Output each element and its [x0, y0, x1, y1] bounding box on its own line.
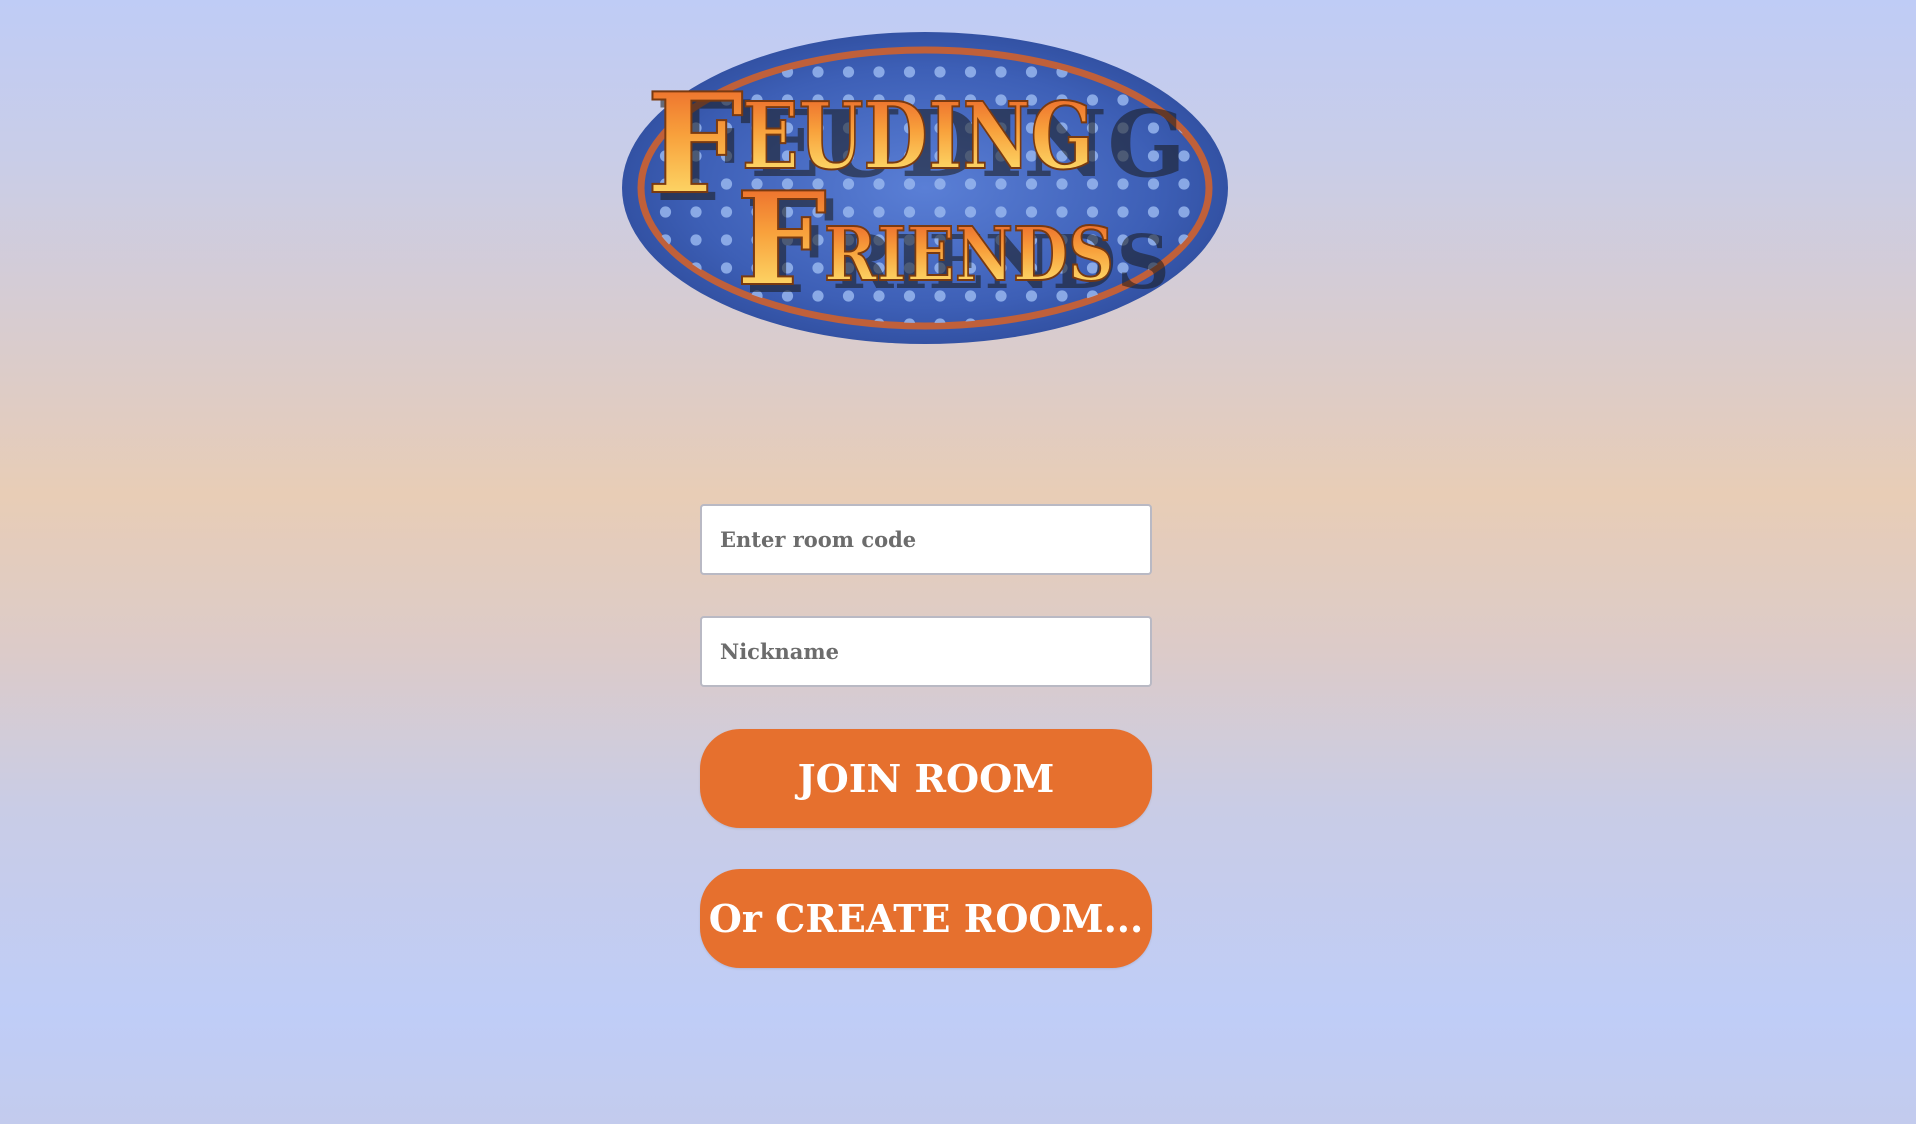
room-code-input[interactable] — [700, 504, 1152, 575]
logo: F EUDING F RIENDS F EUDING F RIENDS — [620, 30, 1230, 350]
logo-initial-f2: F — [736, 165, 827, 315]
nickname-input[interactable] — [700, 616, 1152, 687]
join-form: JOIN ROOM Or CREATE ROOM... — [700, 504, 1152, 968]
logo-word-riends: RIENDS — [824, 212, 1114, 298]
logo-initial-f1: F — [646, 62, 744, 225]
create-room-button[interactable]: Or CREATE ROOM... — [700, 869, 1152, 968]
join-room-button[interactable]: JOIN ROOM — [700, 729, 1152, 828]
